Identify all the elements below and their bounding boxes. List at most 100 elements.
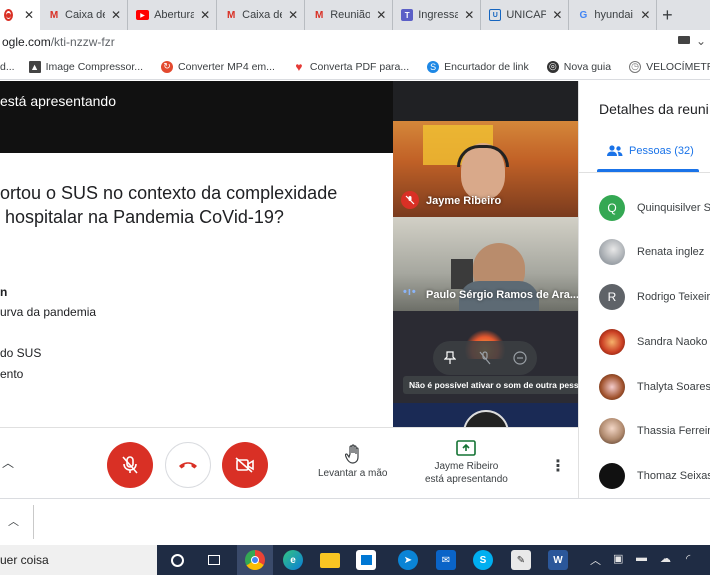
tab-gmail-1[interactable]: M Caixa de e ✕ [40, 0, 129, 30]
compass-icon[interactable]: ➤ [398, 550, 418, 570]
close-icon[interactable]: ✕ [640, 8, 650, 22]
dropdown-icon[interactable]: ⌄ [696, 34, 706, 48]
participant-row[interactable]: Renata inglez [599, 239, 704, 265]
more-options-icon[interactable]: ⋮ [550, 456, 566, 476]
wifi-icon[interactable]: ◜ [686, 552, 690, 565]
bookmark-label: Converta PDF para... [309, 60, 410, 73]
speaking-indicator-icon: •ı• [403, 286, 417, 298]
tab-label: Abertura d [154, 9, 195, 21]
chevron-up-icon[interactable]: ︿ [2, 454, 14, 471]
avatar [599, 463, 625, 489]
youtube-icon: ▶ [136, 10, 150, 20]
participant-tile-self[interactable]: Não é possível ativar o som de outra pes… [393, 311, 578, 403]
participant-row[interactable]: Thalyta Soares [599, 374, 710, 400]
slide-bullet: do SUS [0, 346, 42, 360]
mic-toggle-button[interactable] [107, 442, 153, 488]
camera-toggle-button[interactable] [222, 442, 268, 488]
close-icon[interactable]: ✕ [24, 8, 34, 22]
skype-icon[interactable]: S [473, 550, 493, 570]
close-icon[interactable]: ✕ [552, 8, 562, 22]
participant-row[interactable]: Thomaz Seixas [599, 463, 710, 489]
close-icon[interactable]: ✕ [288, 8, 298, 22]
participant-name: Quinquisilver S [637, 202, 710, 214]
paint-icon[interactable]: ✎ [511, 550, 531, 570]
tab-label: Ingressar [418, 9, 459, 21]
search-text: uer coisa [0, 553, 49, 567]
cloud-icon[interactable]: ☁ [660, 552, 671, 565]
bookmark-label: VELOCÍMETRO - Te... [646, 60, 710, 73]
tab-google[interactable]: G hyundai c ✕ [569, 0, 658, 30]
participant-row[interactable]: Thassia Ferreira [599, 418, 710, 444]
participant-name: Sandra Naoko [637, 336, 708, 348]
mic-off-icon[interactable] [472, 345, 498, 371]
panel-title: Detalhes da reuni [599, 101, 709, 117]
participant-row[interactable]: R Rodrigo Teixeir [599, 284, 710, 310]
participant-tile-paulo[interactable]: •ı• Paulo Sérgio Ramos de Ara... [393, 217, 578, 311]
divider [33, 505, 34, 539]
avatar [599, 418, 625, 444]
task-view-icon[interactable] [204, 550, 224, 570]
close-icon[interactable]: ✕ [376, 8, 386, 22]
close-icon[interactable]: ✕ [111, 8, 121, 22]
avatar [599, 329, 625, 355]
participant-tile-next[interactable] [393, 403, 578, 427]
raise-hand-button[interactable]: Levantar a mão [318, 444, 388, 480]
close-icon[interactable]: ✕ [464, 8, 474, 22]
store-icon[interactable] [356, 550, 376, 570]
leave-call-button[interactable] [165, 442, 211, 488]
close-icon[interactable]: ✕ [200, 8, 210, 22]
tooltip: Não é possível ativar o som de outra pes… [403, 376, 578, 394]
bookmark-item[interactable]: S Encurtador de link [427, 60, 529, 73]
tab-people[interactable]: Pessoas (32) [607, 145, 694, 157]
participant-name: Renata inglez [637, 246, 705, 258]
tile-controls [433, 341, 537, 375]
bookmark-item[interactable]: ▲ Image Compressor... [28, 60, 143, 73]
tab-label: Caixa de e [242, 9, 282, 21]
participant-row[interactable]: Sandra Naoko [599, 329, 707, 355]
participant-name: Jayme Ribeiro [426, 195, 502, 207]
participant-tile-jayme[interactable]: Jayme Ribeiro [393, 121, 578, 217]
people-tab-label: Pessoas (32) [629, 145, 694, 157]
converter-icon: ↻ [161, 60, 174, 73]
edge-icon[interactable]: e [283, 550, 303, 570]
tab-gmail-3[interactable]: M Reunião - ✕ [305, 0, 394, 30]
divider [579, 172, 710, 173]
avatar: R [599, 284, 625, 310]
meeting-controls: ︿ Levantar a mão Jayme Ribeiro está apre… [0, 427, 578, 498]
chevron-up-icon[interactable]: ︿ [8, 513, 19, 529]
word-icon[interactable]: W [548, 550, 568, 570]
file-explorer-icon[interactable] [320, 553, 340, 568]
pin-icon[interactable] [437, 345, 463, 371]
mic-off-icon [401, 191, 419, 209]
remove-icon[interactable] [507, 345, 533, 371]
tab-teams[interactable]: T Ingressar ✕ [393, 0, 482, 30]
cortana-icon[interactable] [167, 550, 187, 570]
speed-icon: ◷ [629, 60, 642, 73]
present-screen-icon [456, 440, 477, 456]
participant-name: Thalyta Soares [637, 381, 710, 393]
bookmark-item[interactable]: ◎ Nova guia [546, 60, 612, 73]
bookmark-item[interactable]: ↻ Converter MP4 em... [161, 60, 275, 73]
presenter-button[interactable]: Jayme Ribeiro está apresentando [425, 440, 508, 486]
address-bar[interactable]: ogle.com/kti-nzzw-fzr ⌄ [0, 30, 710, 54]
bookmark-label: Nova guia [563, 60, 612, 73]
windows-taskbar: uer coisa e ➤ ✉ S ✎ W ︿ ▣ ▬ ☁ ◜ [0, 545, 710, 575]
tab-unicap[interactable]: U UNICAP: o ✕ [481, 0, 570, 30]
tab-meet[interactable]: ✕ [0, 0, 40, 30]
participant-row[interactable]: Q Quinquisilver S [599, 195, 710, 221]
mail-icon[interactable]: ✉ [436, 550, 456, 570]
shared-slide: ortou o SUS no contexto da complexidade … [0, 153, 393, 427]
chrome-icon[interactable] [245, 550, 265, 570]
new-tab-button[interactable]: + [657, 5, 677, 26]
camera-icon[interactable] [678, 36, 690, 44]
device-icon[interactable]: ▣ [613, 552, 623, 565]
bookmark-item[interactable]: d... [0, 61, 15, 73]
bookmark-item[interactable]: ◷ VELOCÍMETRO - Te... [629, 60, 710, 73]
battery-icon[interactable]: ▬ [636, 552, 647, 564]
tab-youtube[interactable]: ▶ Abertura d ✕ [128, 0, 218, 30]
chevron-up-icon[interactable]: ︿ [590, 552, 601, 568]
gmail-icon: M [315, 9, 324, 21]
search-input[interactable]: uer coisa [0, 545, 157, 575]
bookmark-item[interactable]: ♥ Converta PDF para... [293, 60, 410, 74]
tab-gmail-2[interactable]: M Caixa de e ✕ [217, 0, 306, 30]
